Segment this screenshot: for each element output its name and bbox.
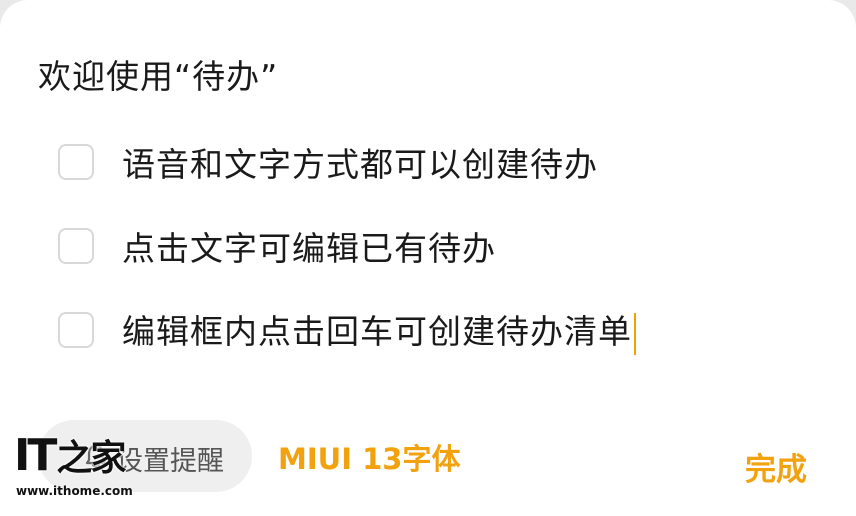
dialog-title: 欢迎使用“待办” [38, 57, 279, 96]
font-caption: MIUI 13字体 [278, 442, 461, 476]
todo-item-editing[interactable]: 编辑框内点击回车可创建待办清单 [58, 305, 838, 355]
todo-welcome-sheet: 欢迎使用“待办” 语音和文字方式都可以创建待办 点击文字可编辑已有待办 编辑框内… [0, 0, 856, 516]
todo-checkbox[interactable] [58, 312, 94, 348]
todo-text[interactable]: 编辑框内点击回车可创建待办清单 [122, 312, 632, 351]
todo-item[interactable]: 点击文字可编辑已有待办 [58, 224, 838, 268]
text-caret [634, 312, 636, 355]
todo-checkbox[interactable] [58, 144, 94, 180]
todo-item[interactable]: 语音和文字方式都可以创建待办 [58, 140, 838, 184]
ithome-logo: IT之家 [14, 430, 126, 481]
todo-checkbox[interactable] [58, 228, 94, 264]
todo-text[interactable]: 点击文字可编辑已有待办 [122, 222, 496, 270]
ithome-watermark: IT之家 www.ithome.com [14, 432, 134, 502]
watermark-url: www.ithome.com [16, 484, 133, 498]
done-button[interactable]: 完成 [745, 444, 807, 489]
todo-edit-field[interactable]: 编辑框内点击回车可创建待办清单 [122, 305, 636, 355]
todo-text[interactable]: 语音和文字方式都可以创建待办 [122, 138, 598, 186]
